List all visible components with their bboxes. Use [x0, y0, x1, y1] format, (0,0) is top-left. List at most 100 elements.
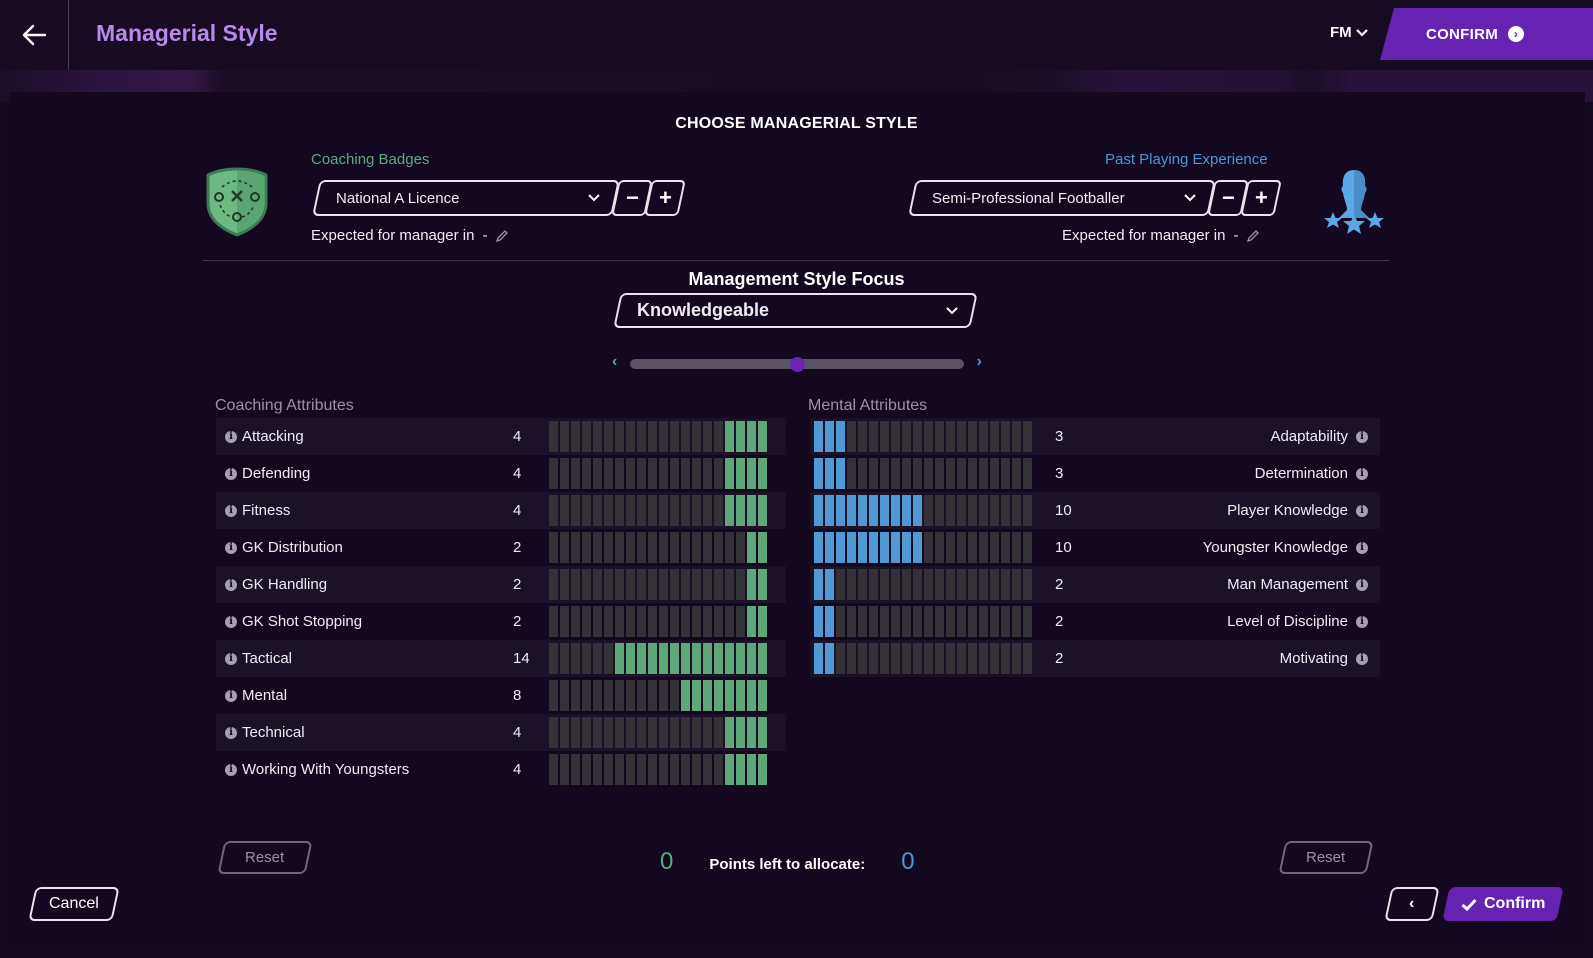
- bar-segment-filled[interactable]: [692, 680, 701, 711]
- bar-segment-empty[interactable]: [670, 421, 679, 452]
- bar-segment-filled[interactable]: [891, 495, 900, 526]
- bar-segment-empty[interactable]: [615, 495, 624, 526]
- attribute-row[interactable]: i GK Distribution 2: [216, 529, 786, 566]
- bar-segment-empty[interactable]: [946, 643, 955, 674]
- bar-segment-empty[interactable]: [990, 569, 999, 600]
- attribute-bar[interactable]: [814, 606, 1032, 637]
- attribute-row[interactable]: i Mental 8: [216, 677, 786, 714]
- bar-segment-empty[interactable]: [615, 754, 624, 785]
- cancel-button[interactable]: Cancel: [28, 887, 120, 921]
- bar-segment-filled[interactable]: [747, 680, 756, 711]
- bar-segment-empty[interactable]: [924, 569, 933, 600]
- coaching-reset-button[interactable]: Reset: [217, 841, 313, 874]
- bar-segment-empty[interactable]: [560, 569, 569, 600]
- bar-segment-empty[interactable]: [571, 421, 580, 452]
- info-icon[interactable]: i: [1356, 430, 1368, 443]
- bar-segment-empty[interactable]: [626, 717, 635, 748]
- bar-segment-empty[interactable]: [891, 643, 900, 674]
- bar-segment-empty[interactable]: [637, 754, 646, 785]
- bar-segment-filled[interactable]: [736, 421, 745, 452]
- bar-segment-empty[interactable]: [560, 532, 569, 563]
- bar-segment-filled[interactable]: [825, 569, 834, 600]
- bar-segment-empty[interactable]: [902, 421, 911, 452]
- bar-segment-filled[interactable]: [814, 532, 823, 563]
- attribute-bar[interactable]: [549, 421, 767, 452]
- bar-segment-empty[interactable]: [935, 606, 944, 637]
- bar-segment-empty[interactable]: [714, 421, 723, 452]
- bar-segment-empty[interactable]: [1023, 495, 1032, 526]
- bar-segment-filled[interactable]: [902, 495, 911, 526]
- bar-segment-filled[interactable]: [858, 532, 867, 563]
- bar-segment-empty[interactable]: [1012, 606, 1021, 637]
- bar-segment-filled[interactable]: [747, 717, 756, 748]
- bar-segment-empty[interactable]: [648, 421, 657, 452]
- attribute-bar[interactable]: [814, 495, 1032, 526]
- bar-segment-empty[interactable]: [990, 495, 999, 526]
- bar-segment-filled[interactable]: [825, 606, 834, 637]
- bar-segment-empty[interactable]: [692, 458, 701, 489]
- bar-segment-empty[interactable]: [560, 717, 569, 748]
- bar-segment-filled[interactable]: [703, 680, 712, 711]
- bar-segment-empty[interactable]: [891, 458, 900, 489]
- bar-segment-empty[interactable]: [637, 532, 646, 563]
- bar-segment-empty[interactable]: [880, 458, 889, 489]
- bar-segment-filled[interactable]: [814, 421, 823, 452]
- bar-segment-empty[interactable]: [990, 421, 999, 452]
- bar-segment-empty[interactable]: [736, 569, 745, 600]
- bar-segment-filled[interactable]: [758, 754, 767, 785]
- bar-segment-empty[interactable]: [902, 606, 911, 637]
- bar-segment-empty[interactable]: [957, 458, 966, 489]
- bar-segment-empty[interactable]: [880, 606, 889, 637]
- bar-segment-empty[interactable]: [891, 569, 900, 600]
- attribute-bar[interactable]: [549, 569, 767, 600]
- bar-segment-empty[interactable]: [946, 606, 955, 637]
- attribute-bar[interactable]: [814, 643, 1032, 674]
- bar-segment-empty[interactable]: [648, 495, 657, 526]
- bar-segment-empty[interactable]: [935, 569, 944, 600]
- bar-segment-empty[interactable]: [703, 754, 712, 785]
- bar-segment-filled[interactable]: [758, 421, 767, 452]
- bar-segment-empty[interactable]: [582, 495, 591, 526]
- bar-segment-empty[interactable]: [979, 495, 988, 526]
- bar-segment-empty[interactable]: [692, 717, 701, 748]
- bar-segment-empty[interactable]: [582, 569, 591, 600]
- bar-segment-empty[interactable]: [913, 569, 922, 600]
- back-button[interactable]: [0, 0, 69, 70]
- bar-segment-empty[interactable]: [604, 569, 613, 600]
- bar-segment-empty[interactable]: [626, 606, 635, 637]
- bar-segment-empty[interactable]: [990, 606, 999, 637]
- bar-segment-filled[interactable]: [836, 532, 845, 563]
- bar-segment-empty[interactable]: [659, 421, 668, 452]
- bar-segment-filled[interactable]: [869, 532, 878, 563]
- bar-segment-filled[interactable]: [758, 532, 767, 563]
- bar-segment-empty[interactable]: [946, 569, 955, 600]
- bar-segment-empty[interactable]: [670, 569, 679, 600]
- bar-segment-empty[interactable]: [703, 569, 712, 600]
- bar-segment-empty[interactable]: [979, 569, 988, 600]
- attribute-row[interactable]: 3 Adaptability i: [810, 418, 1380, 455]
- bar-segment-empty[interactable]: [604, 532, 613, 563]
- bar-segment-empty[interactable]: [637, 717, 646, 748]
- bar-segment-filled[interactable]: [615, 643, 624, 674]
- bar-segment-empty[interactable]: [968, 532, 977, 563]
- bar-segment-empty[interactable]: [913, 606, 922, 637]
- bar-segment-empty[interactable]: [1012, 643, 1021, 674]
- bar-segment-empty[interactable]: [847, 569, 856, 600]
- bar-segment-empty[interactable]: [549, 754, 558, 785]
- attribute-row[interactable]: 2 Man Management i: [810, 566, 1380, 603]
- bar-segment-empty[interactable]: [957, 643, 966, 674]
- bar-segment-empty[interactable]: [648, 532, 657, 563]
- bar-segment-empty[interactable]: [703, 421, 712, 452]
- bar-segment-empty[interactable]: [1012, 421, 1021, 452]
- bar-segment-empty[interactable]: [1023, 421, 1032, 452]
- bar-segment-empty[interactable]: [902, 569, 911, 600]
- info-icon[interactable]: i: [225, 430, 237, 443]
- attribute-row[interactable]: i GK Shot Stopping 2: [216, 603, 786, 640]
- info-icon[interactable]: i: [225, 652, 237, 665]
- bar-segment-filled[interactable]: [747, 606, 756, 637]
- bar-segment-empty[interactable]: [725, 569, 734, 600]
- bar-segment-empty[interactable]: [637, 569, 646, 600]
- bar-segment-empty[interactable]: [946, 421, 955, 452]
- bar-segment-filled[interactable]: [825, 458, 834, 489]
- bar-segment-empty[interactable]: [670, 754, 679, 785]
